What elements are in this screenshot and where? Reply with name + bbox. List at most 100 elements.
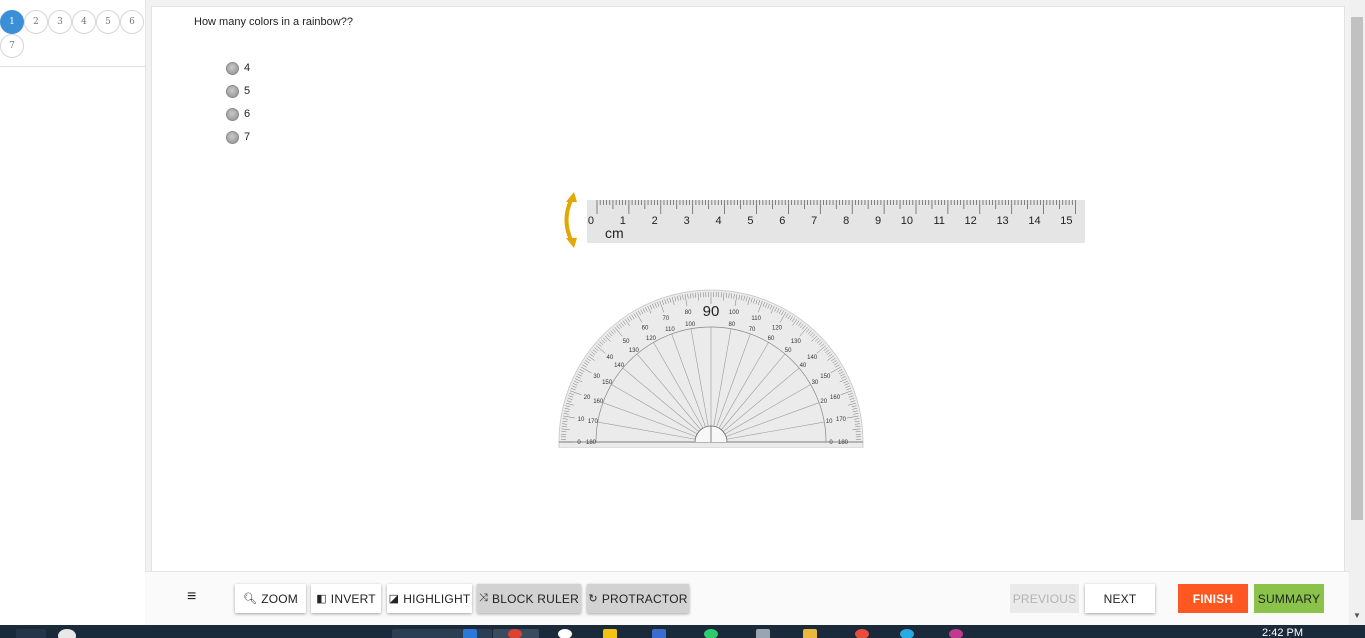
- ruler-number: 9: [875, 215, 881, 227]
- protractor-degree-label: 150: [602, 380, 613, 386]
- protractor-degree-label: 20: [820, 399, 827, 405]
- protractor-degree-label: 180: [838, 440, 849, 446]
- bottom-toolbar: ≡ 🔍︎ ZOOM ◧ INVERT ◪ HIGHLIGHT ⤨ BLOCK R…: [145, 571, 1349, 626]
- taskbar-app-icon[interactable]: [704, 629, 718, 638]
- answer-option-label: 5: [244, 85, 251, 97]
- protractor-degree-label: 40: [800, 363, 807, 369]
- scrollbar-thumb[interactable]: [1351, 17, 1363, 520]
- protractor-degree-label: 50: [785, 348, 792, 354]
- question-nav-2[interactable]: 2: [24, 10, 48, 34]
- protractor-degree-label: 70: [749, 327, 756, 333]
- highlight-icon: ◪: [388, 593, 400, 605]
- protractor-degree-label: 100: [685, 322, 696, 328]
- answer-option-5[interactable]: 5: [226, 84, 250, 98]
- protractor-degree-label: 30: [812, 380, 819, 386]
- folder-icon[interactable]: [803, 629, 817, 638]
- os-taskbar: 2:42 PM: [0, 625, 1365, 638]
- protractor-label: PROTRACTOR: [601, 591, 688, 606]
- question-nav-7[interactable]: 7: [0, 34, 24, 58]
- ruler-tool[interactable]: 0 1 2 3 4 5 6 7 8 9 10 11 12 13 14 15 cm: [587, 200, 1085, 243]
- protractor-degree-label: 80: [685, 310, 692, 316]
- radio-button[interactable]: [226, 107, 239, 121]
- rotate-icon: ↻: [588, 593, 598, 605]
- question-nav-6[interactable]: 6: [120, 10, 144, 34]
- taskbar-app-icon[interactable]: [855, 629, 869, 638]
- taskbar-app-icon[interactable]: [652, 629, 666, 638]
- protractor-degree-label: 80: [728, 322, 735, 328]
- protractor-center-label: 90: [703, 303, 720, 320]
- protractor-tool[interactable]: 0 18010 1702016030150401405013060120701108…: [556, 282, 866, 448]
- question-text: How many colors in a rainbow??: [194, 16, 353, 28]
- block-ruler-button[interactable]: ⤨ BLOCK RULER: [477, 584, 581, 613]
- protractor-degree-label: 70: [663, 316, 670, 322]
- protractor-degree-label: 160: [830, 395, 841, 401]
- radio-button[interactable]: [226, 61, 239, 75]
- protractor-degree-label: 100: [729, 310, 740, 316]
- protractor-degree-label: 50: [623, 339, 630, 345]
- protractor-button[interactable]: ↻ PROTRACTOR: [587, 584, 689, 613]
- ruler-number: 14: [1028, 215, 1040, 227]
- ruler-number: 11: [933, 215, 944, 227]
- protractor-degree-label: 30: [593, 374, 600, 380]
- scroll-down-arrow-icon[interactable]: ▼: [1349, 611, 1365, 623]
- ruler-rotate-handle-icon[interactable]: [555, 190, 585, 250]
- taskbar-app-icon[interactable]: [463, 629, 477, 638]
- vertical-scrollbar[interactable]: ▼: [1349, 0, 1365, 625]
- invert-icon: ◧: [316, 593, 327, 605]
- summary-button[interactable]: SUMMARY: [1254, 584, 1324, 613]
- answer-option-4[interactable]: 4: [226, 61, 250, 75]
- question-nav-1[interactable]: 1: [0, 10, 24, 34]
- finish-label: FINISH: [1192, 591, 1234, 606]
- taskbar-app-icon[interactable]: [603, 629, 617, 638]
- taskbar-app-icon[interactable]: [392, 629, 492, 638]
- highlight-button[interactable]: ◪ HIGHLIGHT: [387, 584, 472, 613]
- taskbar-app-icon[interactable]: [558, 629, 572, 638]
- highlight-label: HIGHLIGHT: [403, 591, 471, 606]
- protractor-degree-label: 60: [768, 336, 775, 342]
- ruler-number: 5: [747, 215, 753, 227]
- cortana-icon[interactable]: [58, 629, 76, 638]
- answer-option-label: 4: [244, 62, 251, 74]
- protractor-degree-label: 170: [836, 417, 847, 423]
- radio-button[interactable]: [226, 130, 239, 144]
- finish-button[interactable]: FINISH: [1178, 584, 1248, 613]
- question-nav-5[interactable]: 5: [96, 10, 120, 34]
- ruler-number: 0: [588, 215, 594, 227]
- next-button[interactable]: NEXT: [1085, 584, 1155, 613]
- protractor-degree-label: 130: [629, 348, 640, 354]
- hamburger-menu-icon[interactable]: ≡: [187, 588, 196, 606]
- ruler-number: 10: [901, 215, 913, 227]
- ruler-number: 15: [1060, 215, 1072, 227]
- radio-button[interactable]: [226, 84, 239, 98]
- ruler-unit-label: cm: [605, 225, 624, 241]
- ruler-number: 6: [779, 215, 785, 227]
- ruler-scale: 0 1 2 3 4 5 6 7 8 9 10 11 12 13 14 15: [588, 200, 1076, 227]
- protractor-degree-label: 20: [584, 395, 591, 401]
- taskbar-app-icon[interactable]: [900, 629, 914, 638]
- protractor-degree-label: 130: [791, 339, 802, 345]
- answer-option-7[interactable]: 7: [226, 130, 250, 144]
- protractor-degree-label: 140: [807, 355, 818, 361]
- answer-option-label: 6: [244, 108, 251, 120]
- taskbar-app-icon[interactable]: [949, 629, 963, 638]
- question-nav-3[interactable]: 3: [48, 10, 72, 34]
- protractor-degree-label: 150: [820, 374, 831, 380]
- answer-option-label: 7: [244, 131, 251, 143]
- zoom-icon: 🔍︎: [243, 593, 258, 605]
- start-button-icon[interactable]: [16, 629, 46, 638]
- ruler-number: 8: [843, 215, 849, 227]
- summary-label: SUMMARY: [1257, 591, 1321, 606]
- answer-option-6[interactable]: 6: [226, 107, 250, 121]
- question-nav-4[interactable]: 4: [72, 10, 96, 34]
- protractor-degree-label: 10: [826, 419, 833, 425]
- zoom-button[interactable]: 🔍︎ ZOOM: [235, 584, 306, 613]
- block-ruler-label: BLOCK RULER: [492, 591, 579, 606]
- ruler-number: 13: [996, 215, 1008, 227]
- invert-button[interactable]: ◧ INVERT: [311, 584, 381, 613]
- taskbar-app-icon[interactable]: [756, 629, 770, 638]
- previous-label: PREVIOUS: [1012, 591, 1077, 606]
- previous-button[interactable]: PREVIOUS: [1010, 584, 1079, 613]
- protractor-degree-label: 140: [614, 363, 625, 369]
- ruler-number: 2: [652, 215, 658, 227]
- chrome-icon[interactable]: [508, 629, 522, 638]
